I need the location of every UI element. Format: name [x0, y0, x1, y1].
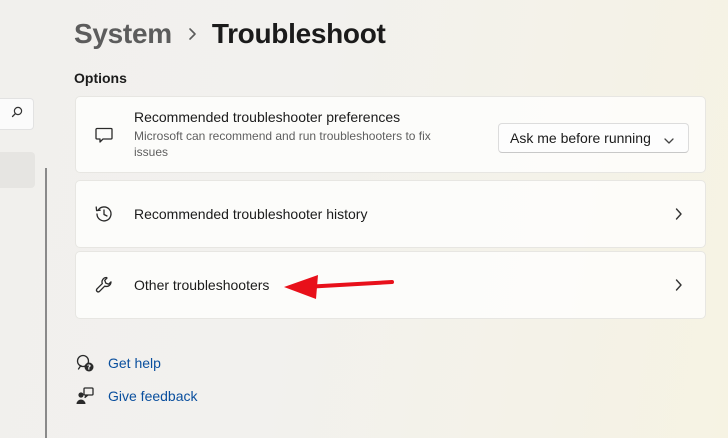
- get-help-link-row[interactable]: ? Get help: [74, 353, 161, 373]
- comment-icon: [93, 124, 115, 146]
- dropdown-value: Ask me before running: [510, 130, 651, 146]
- give-feedback-link-row[interactable]: Give feedback: [74, 386, 198, 406]
- card-troubleshooter-history[interactable]: Recommended troubleshooter history: [75, 180, 706, 248]
- sidebar-item-selected[interactable]: [0, 152, 35, 188]
- card-title: Recommended troubleshooter history: [134, 206, 368, 222]
- chevron-right-icon: [188, 27, 198, 41]
- sidebar-search-box[interactable]: [0, 98, 34, 130]
- breadcrumb-system[interactable]: System: [74, 18, 172, 50]
- chevron-down-icon: [663, 133, 675, 149]
- annotation-arrow-icon: [284, 275, 394, 299]
- card-description: Microsoft can recommend and run troubles…: [134, 129, 431, 159]
- search-icon: [11, 105, 23, 123]
- chevron-right-icon: [673, 206, 685, 222]
- feedback-person-icon: [74, 386, 96, 406]
- section-title-options: Options: [74, 70, 127, 86]
- card-title: Other troubleshooters: [134, 277, 270, 293]
- page-title: Troubleshoot: [211, 18, 386, 49]
- troubleshooter-preference-dropdown[interactable]: Ask me before running: [498, 123, 689, 153]
- breadcrumb: System Troubleshoot: [74, 14, 386, 54]
- sidebar-scrollbar[interactable]: [45, 168, 47, 438]
- card-troubleshooter-preferences: Recommended troubleshooter preferences M…: [75, 96, 706, 173]
- wrench-icon: [93, 274, 115, 296]
- get-help-link[interactable]: Get help: [108, 355, 161, 371]
- svg-text:?: ?: [87, 364, 91, 372]
- card-title: Recommended troubleshooter preferences: [134, 109, 401, 125]
- help-chat-icon: ?: [74, 353, 96, 373]
- history-icon: [93, 203, 115, 225]
- give-feedback-link[interactable]: Give feedback: [108, 388, 198, 404]
- chevron-right-icon: [673, 277, 685, 293]
